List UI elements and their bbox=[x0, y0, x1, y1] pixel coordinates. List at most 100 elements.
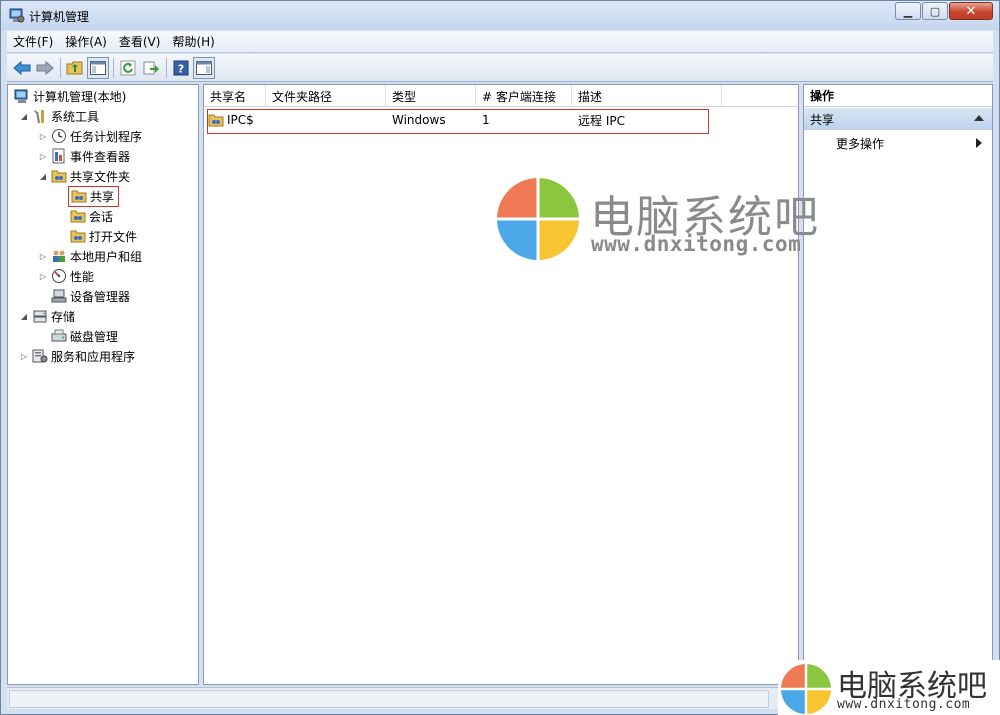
tree-item-root[interactable]: 计算机管理(本地) bbox=[12, 86, 126, 106]
title-bar[interactable]: 计算机管理 ▁ ▢ ✕ bbox=[1, 1, 999, 30]
refresh-icon bbox=[120, 60, 136, 75]
actions-header: 操作 bbox=[804, 85, 992, 107]
actions-pane: 操作 共享 更多操作 bbox=[803, 84, 993, 685]
actions-section-shares[interactable]: 共享 bbox=[804, 108, 992, 130]
more-actions-label: 更多操作 bbox=[836, 136, 885, 151]
tree-label: 共享 bbox=[90, 189, 115, 204]
toolbar: ? bbox=[7, 54, 993, 82]
minimize-button[interactable]: ▁ bbox=[895, 2, 921, 20]
column-label: 描述 bbox=[578, 89, 603, 104]
menu-help[interactable]: 帮助(H) bbox=[166, 33, 220, 50]
tree-label: 服务和应用程序 bbox=[51, 349, 136, 364]
computer-management-icon bbox=[9, 8, 25, 23]
up-level-button[interactable] bbox=[64, 57, 86, 79]
help-icon: ? bbox=[173, 60, 189, 75]
submenu-arrow-icon bbox=[976, 138, 982, 148]
tree-item-shared-folders[interactable]: ◢ 共享文件夹 bbox=[37, 166, 130, 186]
column-header-type[interactable]: 类型 bbox=[386, 85, 476, 107]
storage-icon bbox=[33, 310, 47, 323]
list-header: 共享名 文件夹路径 类型 # 客户端连接 描述 bbox=[204, 85, 798, 107]
tree-label: 磁盘管理 bbox=[70, 329, 119, 344]
console-tree-pane: 计算机管理(本地) ◢ 系统工具 ▷ 任务计划程序 ▷ 事件查看器 ◢ 共享文件… bbox=[7, 84, 199, 685]
column-header-share-name[interactable]: 共享名 bbox=[204, 85, 266, 107]
maximize-icon: ▢ bbox=[929, 4, 941, 18]
more-actions-item[interactable]: 更多操作 bbox=[804, 133, 992, 153]
tree-item-storage[interactable]: ◢ 存储 bbox=[18, 306, 75, 326]
tree-label: 系统工具 bbox=[51, 109, 100, 124]
tree-label: 设备管理器 bbox=[70, 289, 131, 304]
actions-section-label: 共享 bbox=[810, 112, 835, 127]
maximize-button[interactable]: ▢ bbox=[922, 2, 948, 20]
selected-highlight: 共享 bbox=[68, 185, 120, 207]
tree-item-performance[interactable]: ▷ 性能 bbox=[37, 266, 94, 286]
watermark-logo bbox=[497, 178, 579, 260]
tree-item-local-users[interactable]: ▷ 本地用户和组 bbox=[37, 246, 142, 266]
console-tree-icon bbox=[90, 60, 106, 75]
help-button[interactable]: ? bbox=[170, 57, 192, 79]
collapsed-caret-icon[interactable]: ▷ bbox=[37, 272, 49, 281]
collapse-caret-icon[interactable] bbox=[974, 115, 984, 121]
users-icon bbox=[53, 250, 65, 262]
show-hide-action-pane-button[interactable] bbox=[193, 56, 215, 79]
toolbar-separator bbox=[113, 57, 114, 78]
menu-file[interactable]: 文件(F) bbox=[7, 33, 59, 50]
tree-item-open-files[interactable]: 打开文件 bbox=[56, 226, 137, 246]
tree-item-device-manager[interactable]: 设备管理器 bbox=[37, 286, 130, 306]
column-header-client-connections[interactable]: # 客户端连接 bbox=[476, 85, 572, 107]
column-header-description[interactable]: 描述 bbox=[572, 85, 722, 107]
tree-label: 事件查看器 bbox=[70, 149, 131, 164]
collapsed-caret-icon[interactable]: ▷ bbox=[37, 152, 49, 161]
tree-item-shares[interactable]: 共享 bbox=[56, 185, 120, 207]
computer-management-window: 计算机管理 ▁ ▢ ✕ 文件(F) 操作(A) 查看(V) 帮助(H) ? 计算… bbox=[0, 0, 1000, 715]
column-label: # 客户端连接 bbox=[482, 89, 556, 104]
watermark-corner-logo bbox=[781, 664, 831, 714]
expanded-caret-icon[interactable]: ◢ bbox=[18, 312, 30, 321]
tree-item-disk-management[interactable]: 磁盘管理 bbox=[37, 326, 118, 346]
menu-view[interactable]: 查看(V) bbox=[113, 33, 167, 50]
tree-item-event-viewer[interactable]: ▷ 事件查看器 bbox=[37, 146, 130, 166]
expanded-caret-icon[interactable]: ◢ bbox=[18, 112, 30, 121]
tree-label: 计算机管理(本地) bbox=[33, 89, 127, 104]
action-pane-icon bbox=[196, 60, 212, 75]
expanded-caret-icon[interactable]: ◢ bbox=[37, 172, 49, 181]
device-manager-icon bbox=[51, 289, 67, 303]
performance-icon bbox=[52, 269, 66, 283]
column-header-folder-path[interactable]: 文件夹路径 bbox=[266, 85, 386, 107]
back-button[interactable] bbox=[11, 57, 33, 79]
folder-up-icon bbox=[66, 61, 83, 74]
event-viewer-icon bbox=[52, 148, 65, 164]
svg-text:?: ? bbox=[178, 62, 184, 75]
export-list-button[interactable] bbox=[140, 57, 162, 79]
tree-label: 本地用户和组 bbox=[70, 249, 143, 264]
tree-label: 打开文件 bbox=[89, 229, 138, 244]
show-hide-console-tree-button[interactable] bbox=[87, 56, 109, 79]
menu-bar: 文件(F) 操作(A) 查看(V) 帮助(H) bbox=[7, 31, 993, 53]
forward-button[interactable] bbox=[34, 57, 56, 79]
refresh-button[interactable] bbox=[117, 57, 139, 79]
shared-folder-icon bbox=[70, 230, 86, 243]
toolbar-separator bbox=[166, 57, 167, 78]
export-icon bbox=[143, 61, 159, 74]
close-icon: ✕ bbox=[965, 3, 977, 19]
collapsed-caret-icon[interactable]: ▷ bbox=[37, 252, 49, 261]
collapsed-caret-icon[interactable]: ▷ bbox=[18, 352, 30, 361]
shared-folder-icon bbox=[70, 210, 86, 223]
shared-folder-icon bbox=[51, 170, 67, 183]
tree-label: 共享文件夹 bbox=[70, 169, 131, 184]
column-label: 文件夹路径 bbox=[272, 89, 333, 104]
tree-item-task-scheduler[interactable]: ▷ 任务计划程序 bbox=[37, 126, 142, 146]
menu-action[interactable]: 操作(A) bbox=[59, 33, 113, 50]
back-arrow-icon bbox=[13, 60, 31, 75]
column-label: 类型 bbox=[392, 89, 417, 104]
tree-label: 会话 bbox=[89, 209, 114, 224]
tree-item-services-apps[interactable]: ▷ 服务和应用程序 bbox=[18, 346, 135, 366]
tools-icon bbox=[34, 110, 44, 124]
shared-folder-icon bbox=[71, 190, 87, 203]
tree-item-sessions[interactable]: 会话 bbox=[56, 206, 113, 226]
shares-list-pane: 共享名 文件夹路径 类型 # 客户端连接 描述 IPC$ Windows 1 远… bbox=[203, 84, 799, 685]
watermark-url: www.dnxitong.com bbox=[591, 232, 802, 256]
collapsed-caret-icon[interactable]: ▷ bbox=[37, 132, 49, 141]
tree-item-system-tools[interactable]: ◢ 系统工具 bbox=[18, 106, 99, 126]
tree-label: 存储 bbox=[51, 309, 76, 324]
close-button[interactable]: ✕ bbox=[949, 2, 993, 20]
